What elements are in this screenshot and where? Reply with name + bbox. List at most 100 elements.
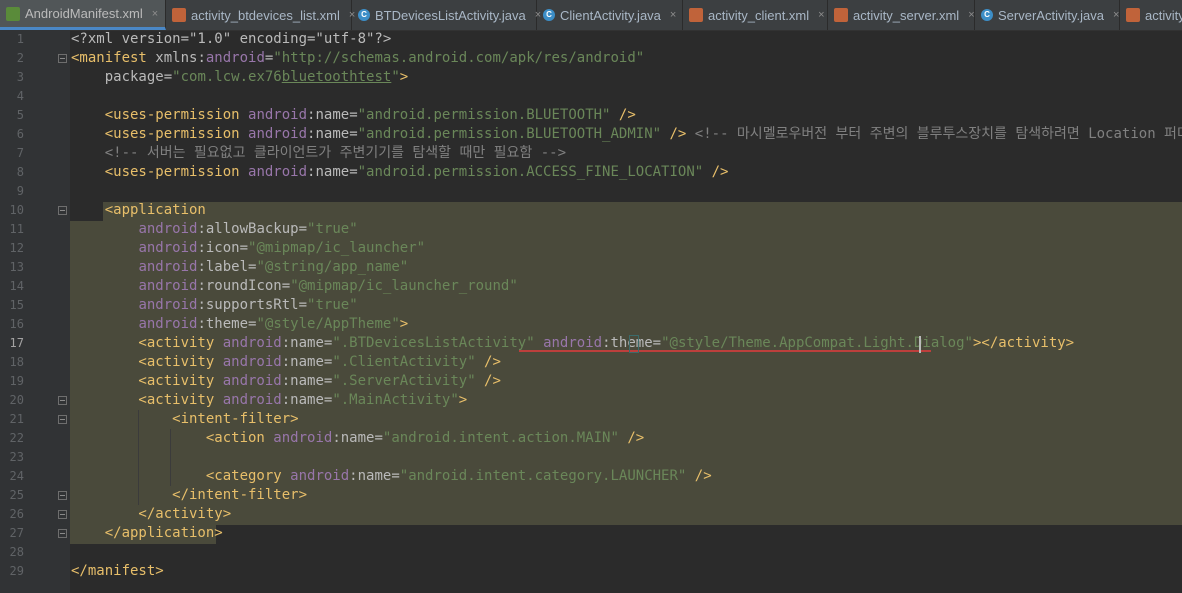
matching-quote-highlight — [629, 335, 639, 353]
code-line[interactable]: <intent-filter> — [71, 410, 299, 429]
code-token: bluetoothtest — [281, 69, 392, 85]
code-line[interactable]: <activity android:name=".ServerActivity"… — [71, 372, 501, 391]
close-tab-icon[interactable]: × — [968, 9, 974, 21]
close-tab-icon[interactable]: × — [818, 9, 824, 21]
code-token: <activity — [71, 335, 223, 351]
line-number: 10 — [9, 203, 24, 217]
xml-file-icon — [1126, 8, 1140, 22]
code-token: android — [222, 354, 282, 370]
tab-androidmanifest-xml[interactable]: AndroidManifest.xml × — [0, 0, 166, 30]
code-token: android — [138, 259, 198, 275]
code-token: "http://schemas.android.com/apk/res/andr… — [273, 50, 645, 66]
code-token: > — [399, 316, 409, 332]
tab-label: activity — [1145, 7, 1182, 23]
code-token: = — [298, 297, 308, 313]
code-token: <?xml version="1.0" encoding="utf-8"?> — [71, 31, 392, 47]
code-line[interactable]: <activity android:name=".ClientActivity"… — [71, 353, 501, 372]
code-token: = — [349, 107, 358, 123]
code-line[interactable]: android:allowBackup="true" — [71, 220, 357, 239]
fold-marker-icon[interactable] — [58, 415, 67, 424]
code-token: <activity — [71, 354, 223, 370]
code-token: "android.permission.ACCESS_FINE_LOCATION… — [357, 164, 704, 180]
tab-activity-server-xml[interactable]: activity_server.xml × — [828, 0, 975, 30]
code-line[interactable]: </activity> — [71, 505, 231, 524]
code-line[interactable]: <activity android:name=".MainActivity"> — [71, 391, 467, 410]
line-number: 9 — [16, 184, 24, 198]
code-line[interactable]: <?xml version="1.0" encoding="utf-8"?> — [71, 30, 391, 49]
code-token: android — [138, 221, 198, 237]
fold-marker-icon[interactable] — [58, 54, 67, 63]
code-token: xmlns: — [155, 50, 206, 66]
code-token: :theme — [602, 335, 653, 351]
line-number: 19 — [9, 374, 24, 388]
error-underline — [519, 350, 931, 352]
code-token: = — [374, 430, 383, 446]
code-editor[interactable]: <?xml version="1.0" encoding="utf-8"?> <m… — [70, 30, 1182, 593]
code-token: android — [222, 392, 282, 408]
fold-marker-icon[interactable] — [58, 529, 67, 538]
code-token: ".ClientActivity" — [332, 354, 476, 370]
code-line[interactable]: </application> — [71, 524, 223, 543]
xml-file-icon — [834, 8, 848, 22]
code-line[interactable]: <uses-permission android:name="android.p… — [71, 163, 729, 182]
selection-highlight — [103, 202, 1182, 221]
code-token: /> — [661, 126, 687, 142]
code-line[interactable]: android:label="@string/app_name" — [71, 258, 408, 277]
code-token: <intent-filter> — [71, 411, 299, 427]
tab-activity-btdevices-list-xml[interactable]: activity_btdevices_list.xml × — [166, 0, 355, 30]
code-line[interactable]: <manifest xmlns:android="http://schemas.… — [71, 49, 644, 68]
code-line[interactable]: <application — [71, 201, 206, 220]
code-token: = — [349, 164, 358, 180]
tab-label: ServerActivity.java — [998, 7, 1104, 23]
tab-clientactivity-java[interactable]: C ClientActivity.java × — [537, 0, 683, 30]
code-line[interactable]: </intent-filter> — [71, 486, 307, 505]
text-caret — [919, 336, 921, 353]
close-tab-icon[interactable]: × — [670, 9, 676, 21]
code-line[interactable]: <uses-permission android:name="android.p… — [71, 125, 1182, 144]
fold-marker-icon[interactable] — [58, 396, 67, 405]
tab-activity[interactable]: activity — [1120, 0, 1182, 30]
tab-activity-client-xml[interactable]: activity_client.xml × — [683, 0, 828, 30]
code-line[interactable]: <action android:name="android.intent.act… — [71, 429, 644, 448]
code-line[interactable]: android:icon="@mipmap/ic_launcher" — [71, 239, 425, 258]
code-token: <application — [71, 202, 206, 218]
line-number: 27 — [9, 526, 24, 540]
code-line[interactable]: <uses-permission android:name="android.p… — [71, 106, 636, 125]
line-number: 22 — [9, 431, 24, 445]
code-line[interactable]: android:theme="@style/AppTheme"> — [71, 315, 408, 334]
code-token: <!-- 마시멜로우버전 부터 주변의 블루투스장치를 탐색하려면 Locati… — [686, 126, 1182, 142]
line-number: 15 — [9, 298, 24, 312]
code-token: :name — [281, 392, 324, 408]
line-number: 28 — [9, 545, 24, 559]
tab-btdeviceslistactivity-java[interactable]: C BTDevicesListActivity.java × — [352, 0, 541, 30]
code-token: = — [391, 468, 400, 484]
code-token: android — [222, 373, 282, 389]
code-token: :name — [307, 164, 350, 180]
code-line[interactable]: package="com.lcw.ex76bluetoothtest"> — [71, 68, 408, 87]
code-token: "com.lcw.ex76 — [172, 69, 282, 85]
code-line[interactable]: android:roundIcon="@mipmap/ic_launcher_r… — [71, 277, 518, 296]
code-token: :roundIcon — [197, 278, 282, 294]
fold-marker-icon[interactable] — [58, 206, 67, 215]
line-number: 12 — [9, 241, 24, 255]
fold-marker-icon[interactable] — [58, 491, 67, 500]
code-line[interactable]: </manifest> — [71, 562, 164, 581]
code-line[interactable]: <!-- 서버는 필요없고 클라이언트가 주변기기를 탐색할 때만 필요함 --… — [71, 144, 566, 163]
tab-label: ClientActivity.java — [560, 7, 661, 23]
code-token: android — [273, 430, 333, 446]
code-token: android — [290, 468, 350, 484]
java-class-icon: C — [543, 9, 555, 21]
tab-serveractivity-java[interactable]: C ServerActivity.java × — [975, 0, 1120, 30]
code-line[interactable]: <category android:name="android.intent.c… — [71, 467, 712, 486]
code-token: "true" — [307, 297, 358, 313]
line-number: 25 — [9, 488, 24, 502]
close-tab-icon[interactable]: × — [152, 8, 158, 20]
code-token: "@mipmap/ic_launcher_round" — [290, 278, 518, 294]
fold-marker-icon[interactable] — [58, 510, 67, 519]
close-tab-icon[interactable]: × — [1113, 9, 1119, 21]
code-token: "android.intent.action.MAIN" — [382, 430, 619, 446]
code-line[interactable]: android:supportsRtl="true" — [71, 296, 358, 315]
